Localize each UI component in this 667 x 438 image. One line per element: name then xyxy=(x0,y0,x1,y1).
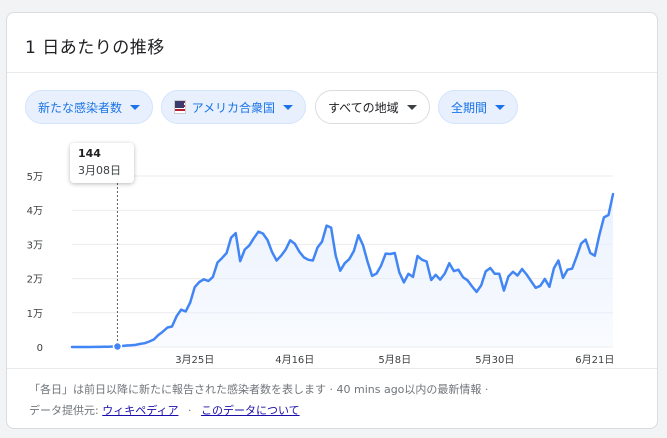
x-tick-label: 4月16日 xyxy=(275,354,314,366)
metric-dropdown-label: 新たな感染者数 xyxy=(38,100,123,115)
footer-divider xyxy=(7,368,657,369)
footer-note: 「各日」は前日以降に新たに報告された感染者数を表します · 40 mins ag… xyxy=(29,383,489,396)
highlight-point[interactable] xyxy=(112,341,123,352)
period-dropdown-label: 全期間 xyxy=(451,100,488,115)
y-tick-label: 4万 xyxy=(27,206,43,217)
daily-trend-card: 1 日あたりの推移 新たな感染者数 アメリカ合衆国 すべての地域 全期間 0 1万… xyxy=(6,12,658,429)
tooltip-value: 144 xyxy=(78,147,101,160)
caret-down-icon xyxy=(283,104,293,110)
footer: 「各日」は前日以降に新たに報告された感染者数を表します · 40 mins ag… xyxy=(29,379,488,421)
scope-dropdown[interactable]: すべての地域 xyxy=(315,90,430,124)
title-divider xyxy=(7,72,657,73)
scope-dropdown-label: すべての地域 xyxy=(328,100,399,115)
caret-down-icon xyxy=(130,104,141,110)
x-tick-label: 3月25日 xyxy=(175,354,214,366)
tooltip-date: 3月08日 xyxy=(78,164,121,177)
us-flag-icon xyxy=(174,100,186,114)
footer-separator: · xyxy=(187,404,192,417)
y-tick-label: 3万 xyxy=(27,240,43,251)
y-tick-label: 1万 xyxy=(27,309,43,320)
x-tick-label: 5月8日 xyxy=(378,354,411,366)
series-area xyxy=(72,194,613,347)
region-dropdown-label: アメリカ合衆国 xyxy=(191,100,275,115)
y-tick-label: 2万 xyxy=(27,275,43,286)
region-dropdown[interactable]: アメリカ合衆国 xyxy=(161,90,306,124)
x-tick-label: 5月30日 xyxy=(475,354,514,366)
caret-down-icon xyxy=(495,104,506,110)
footer-sources: データ提供元: ウィキペディア · このデータについて xyxy=(29,400,488,421)
caret-down-icon xyxy=(406,104,417,110)
y-tick-label: 0 xyxy=(37,343,43,354)
provider-label: データ提供元: xyxy=(29,404,99,417)
x-tick-label: 6月21日 xyxy=(575,354,614,366)
period-dropdown[interactable]: 全期間 xyxy=(438,90,518,124)
about-data-link[interactable]: このデータについて xyxy=(201,404,300,417)
card-title: 1 日あたりの推移 xyxy=(25,38,165,58)
y-tick-label: 5万 xyxy=(27,172,43,183)
wikipedia-link[interactable]: ウィキペディア xyxy=(102,404,178,417)
chart-tooltip: 144 3月08日 xyxy=(70,143,134,183)
metric-dropdown[interactable]: 新たな感染者数 xyxy=(25,90,153,124)
